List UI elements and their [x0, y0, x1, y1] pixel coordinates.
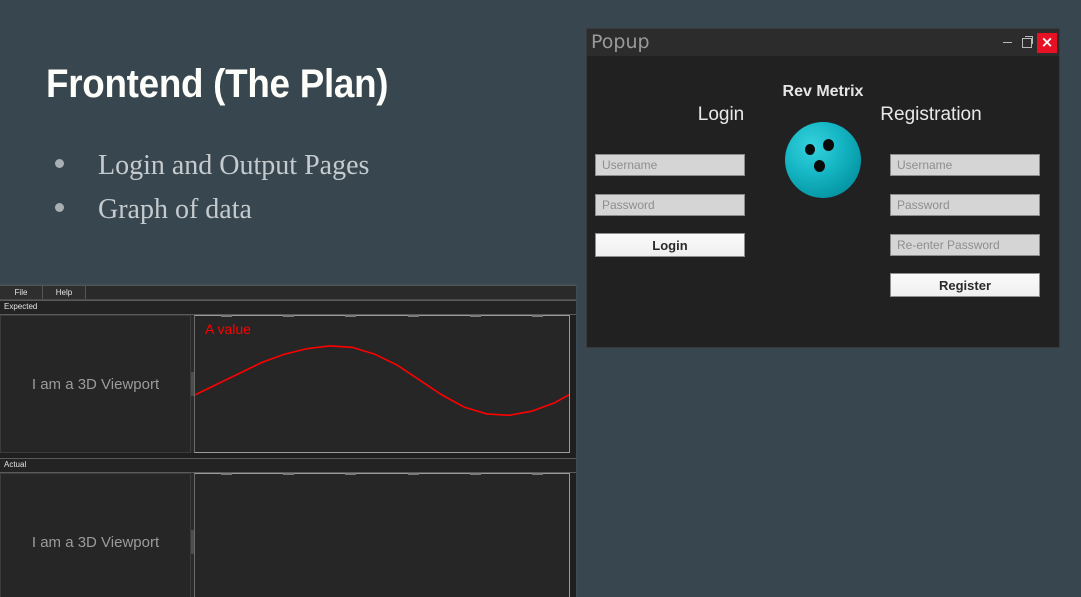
popup-body: Rev Metrix Login Registration Login Regi…	[587, 56, 1059, 347]
bowling-ball-icon	[785, 122, 861, 198]
presentation-slide: Frontend (The Plan) Login and Output Pag…	[0, 0, 1081, 597]
login-heading: Login	[697, 104, 745, 125]
graph-tick-marks	[195, 473, 569, 476]
bullet-dot-icon	[55, 203, 64, 213]
viewport-actual[interactable]: I am a 3D Viewport	[0, 473, 191, 597]
login-username-input[interactable]	[595, 154, 745, 176]
login-button[interactable]: Login	[595, 233, 745, 257]
brand-title: Rev Metrix	[782, 83, 864, 100]
viewport-label: I am a 3D Viewport	[31, 375, 160, 393]
graph-curve	[195, 316, 569, 452]
registration-username-input[interactable]	[890, 154, 1040, 176]
page-title: Frontend (The Plan)	[46, 62, 389, 106]
section-label-actual: Actual	[0, 458, 576, 473]
section-label-expected: Expected	[0, 300, 576, 315]
list-item-label: Graph of data	[98, 194, 252, 226]
login-password-input[interactable]	[595, 194, 745, 216]
ball-hole-icon	[805, 144, 815, 155]
menu-item-help[interactable]: Help	[43, 285, 86, 299]
register-button[interactable]: Register	[890, 273, 1040, 297]
graph-expected[interactable]: A value	[194, 315, 570, 453]
menu-item-file[interactable]: File	[0, 285, 43, 299]
menu-bar: File Help	[0, 285, 576, 300]
close-icon[interactable]: ×	[1037, 32, 1057, 53]
section-row-expected: I am a 3D Viewport A value	[0, 315, 576, 453]
graph-actual[interactable]	[194, 473, 570, 597]
ball-hole-icon	[814, 160, 825, 172]
popup-titlebar[interactable]: Popup ×	[587, 29, 1059, 56]
bullet-dot-icon	[55, 159, 64, 168]
ball-hole-icon	[823, 139, 834, 151]
menu-filler	[86, 285, 576, 299]
viewport-label: I am a 3D Viewport	[31, 533, 160, 551]
minimize-icon[interactable]	[997, 34, 1017, 52]
viewport-expected[interactable]: I am a 3D Viewport	[0, 315, 191, 453]
popup-window: Popup × Rev Metrix Login Registration Lo…	[586, 28, 1060, 348]
list-item: Graph of data	[55, 192, 535, 228]
app-window: File Help Expected I am a 3D Viewport A …	[0, 283, 578, 597]
list-item: Login and Output Pages	[55, 148, 535, 184]
list-item-label: Login and Output Pages	[98, 150, 370, 181]
registration-password-input[interactable]	[890, 194, 1040, 216]
section-row-actual: I am a 3D Viewport	[0, 473, 576, 597]
popup-title: Popup	[591, 31, 650, 53]
registration-reenter-password-input[interactable]	[890, 234, 1040, 256]
window-controls: ×	[997, 29, 1059, 56]
registration-heading: Registration	[880, 104, 982, 125]
bullet-list: Login and Output Pages Graph of data	[55, 148, 535, 237]
restore-icon[interactable]	[1017, 34, 1037, 52]
